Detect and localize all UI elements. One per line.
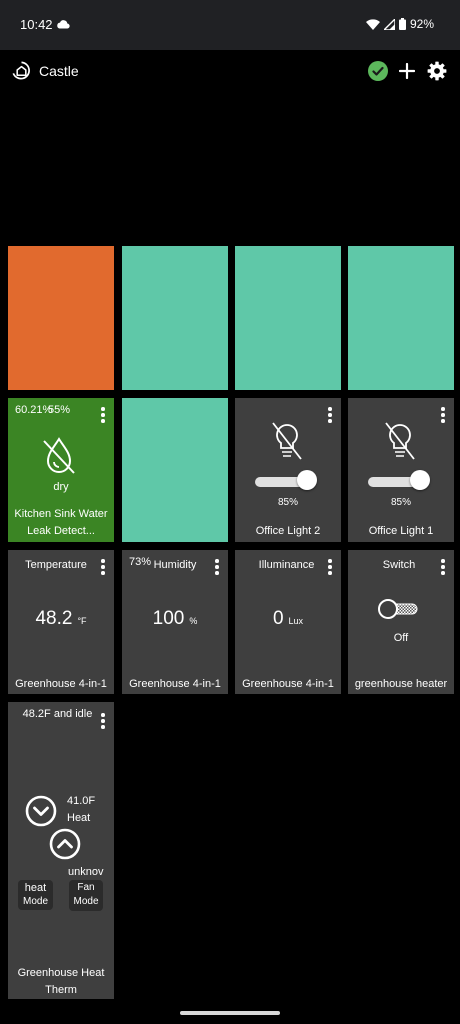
thermostat-tile[interactable]: 48.2F and idle 41.0F Heat unknov heat Mo… <box>8 702 114 999</box>
teal-tile[interactable] <box>122 398 228 542</box>
orange-tile[interactable] <box>8 246 114 390</box>
fan-mode-label-2: Mode <box>73 896 99 907</box>
humidity-value: 100% <box>152 608 198 629</box>
tile-menu-button[interactable] <box>328 407 332 423</box>
leak-name-line2: Leak Detect... <box>27 525 95 537</box>
light-level: 85% <box>390 497 411 508</box>
home-icon[interactable] <box>10 59 33 82</box>
tile-menu-button[interactable] <box>441 407 445 423</box>
add-icon[interactable] <box>399 63 415 79</box>
tile-name: Greenhouse 4-in-1 <box>15 678 107 690</box>
tile-menu-button[interactable] <box>441 559 445 575</box>
setpoint-value: 41.0F <box>67 795 96 807</box>
gesture-nav-bar[interactable] <box>180 1011 280 1015</box>
tile-title: Illuminance <box>258 559 315 571</box>
office-light-2-tile[interactable]: 85% Office Light 2 <box>235 398 341 542</box>
toggle-off-icon[interactable] <box>377 598 419 620</box>
office-light-1-tile[interactable]: 85% Office Light 1 <box>348 398 454 542</box>
switch-state: Off <box>393 632 409 644</box>
leak-battery-a: 60.21% <box>15 404 53 416</box>
connected-check-icon[interactable] <box>368 61 388 81</box>
chevron-down-icon[interactable] <box>25 795 57 827</box>
humidity-tile[interactable]: 73% Humidity 100% Greenhouse 4-in-1 <box>122 550 228 694</box>
switch-tile[interactable]: Switch Off greenhouse heater <box>348 550 454 694</box>
thermostat-name-line2: Therm <box>45 984 77 996</box>
tile-title: Switch <box>382 559 416 571</box>
tile-name: Office Light 2 <box>255 525 321 537</box>
mode-value: heat <box>24 882 47 894</box>
light-level: 85% <box>277 497 298 508</box>
brightness-slider-thumb[interactable] <box>410 470 430 490</box>
tile-menu-button[interactable] <box>101 713 105 729</box>
leak-battery-b: 55% <box>48 404 71 416</box>
fan-mode-value: unknov <box>68 866 104 878</box>
gear-icon[interactable] <box>427 61 447 81</box>
tile-title: Humidity <box>153 559 197 571</box>
battery-percent: 92% <box>409 17 434 31</box>
app-title: Castle <box>39 63 79 79</box>
teal-tile[interactable] <box>122 246 228 390</box>
thermostat-name-line1: Greenhouse Heat <box>17 967 105 979</box>
bulb-off-icon <box>385 422 415 460</box>
tile-menu-button[interactable] <box>101 407 105 423</box>
water-drop-off-icon <box>43 437 75 474</box>
thermostat-status: 48.2F and idle <box>22 708 93 720</box>
leak-name-line1: Kitchen Sink Water <box>14 508 108 520</box>
tile-name: Greenhouse 4-in-1 <box>242 678 334 690</box>
fan-mode-button[interactable]: Fan Mode <box>69 880 103 911</box>
chevron-up-icon[interactable] <box>49 828 81 860</box>
tile-name: Office Light 1 <box>368 525 434 537</box>
cloud-icon <box>57 20 70 29</box>
tile-menu-button[interactable] <box>101 559 105 575</box>
bulb-off-icon <box>272 422 302 460</box>
temperature-value: 48.2 °F <box>35 608 87 629</box>
wifi-icon <box>365 18 380 30</box>
illuminance-tile[interactable]: Illuminance 0 Lux Greenhouse 4-in-1 <box>235 550 341 694</box>
brightness-slider-thumb[interactable] <box>297 470 317 490</box>
fan-mode-label-1: Fan <box>77 882 95 893</box>
tile-title: Temperature <box>25 559 87 571</box>
leak-sensor-tile[interactable]: 60.21% 55% dry Kitchen Sink Water Leak D… <box>8 398 114 542</box>
tile-name: Greenhouse 4-in-1 <box>129 678 221 690</box>
mode-button[interactable]: heat Mode <box>18 880 53 910</box>
status-time: 10:42 <box>20 17 53 32</box>
app-bar: Castle <box>0 50 460 94</box>
tile-menu-button[interactable] <box>328 559 332 575</box>
battery-icon <box>398 18 406 30</box>
status-right: 92% <box>365 17 434 31</box>
status-bar: 10:42 92% <box>0 0 460 50</box>
tile-name: greenhouse heater <box>354 678 448 690</box>
setpoint-mode: Heat <box>67 812 91 824</box>
mode-label: Mode <box>22 896 48 907</box>
teal-tile[interactable] <box>348 246 454 390</box>
temperature-tile[interactable]: Temperature 48.2 °F Greenhouse 4-in-1 <box>8 550 114 694</box>
signal-icon <box>383 18 395 30</box>
leak-state: dry <box>53 481 69 493</box>
tile-menu-button[interactable] <box>215 559 219 575</box>
teal-tile[interactable] <box>235 246 341 390</box>
illuminance-value: 0 Lux <box>272 608 304 629</box>
